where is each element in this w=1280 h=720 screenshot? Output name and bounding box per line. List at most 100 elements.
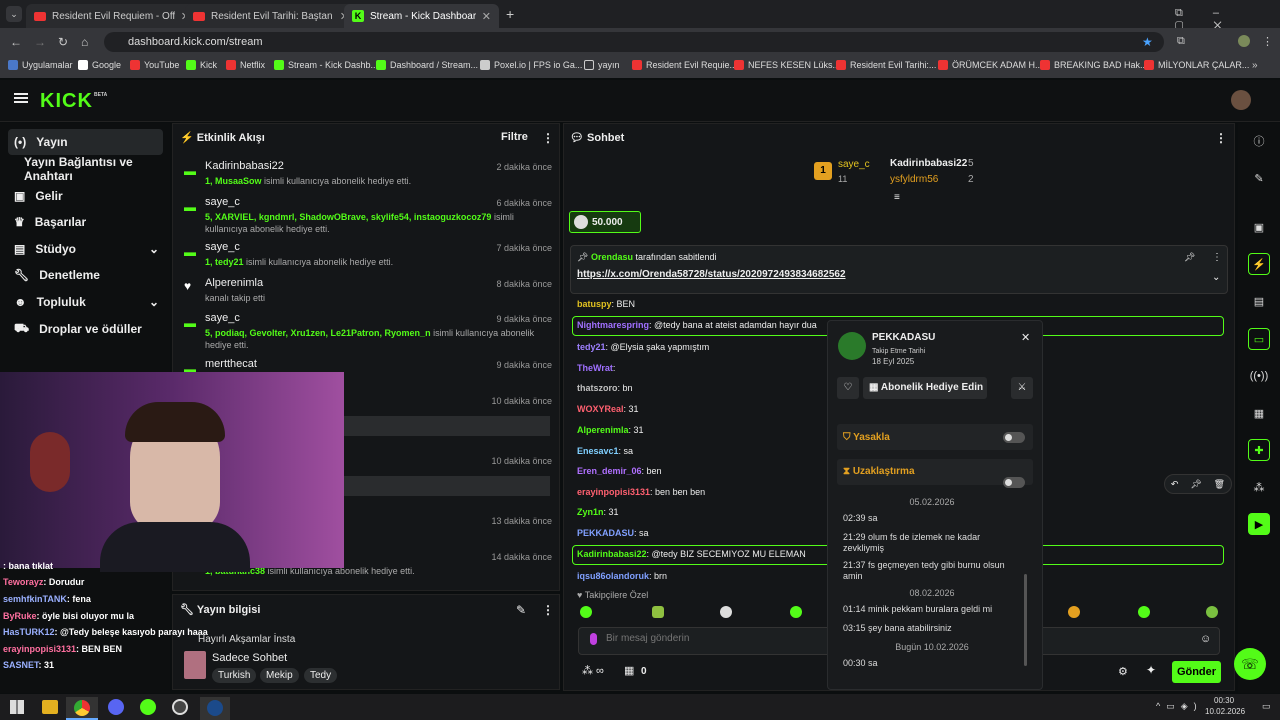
edit-icon[interactable]: ✎	[516, 603, 526, 617]
bookmark-item[interactable]: ÖRÜMCEK ADAM H...	[938, 60, 1043, 70]
bookmarks-overflow-icon[interactable]: »	[1252, 60, 1258, 71]
event-user[interactable]: saye_c	[205, 241, 240, 253]
discord-icon[interactable]	[108, 699, 124, 715]
tray-icons[interactable]: ^▭◈)	[1156, 701, 1203, 712]
tag-chip[interactable]: Mekip	[260, 668, 299, 683]
chat-message[interactable]: WOXYReal: 31	[577, 404, 639, 414]
pinned-link[interactable]: https://x.com/Orenda58728/status/2020972…	[577, 269, 846, 280]
filter-button[interactable]: Filtre	[501, 131, 528, 143]
mod-icon[interactable]: ⚔	[1011, 377, 1033, 399]
chrome-icon[interactable]	[66, 697, 98, 720]
leader-name[interactable]: Kadirinbabasi22	[890, 158, 967, 169]
explorer-icon[interactable]	[42, 700, 58, 714]
event-user[interactable]: saye_c	[205, 196, 240, 208]
chat-message[interactable]: batuspy: BEN	[577, 299, 635, 309]
sidebar-item-gelir[interactable]: ▣ Gelir	[8, 183, 163, 209]
event-user[interactable]: Alperenimla	[205, 277, 263, 289]
bookmark-item[interactable]: MİLYONLAR ÇALAR...	[1144, 60, 1249, 70]
chat-message[interactable]: Kadirinbabasi22: @tedy BIZ SECEMIYOZ MU …	[577, 549, 806, 559]
more-icon[interactable]: ⋮	[1215, 131, 1227, 145]
bookmark-item[interactable]: Resident Evil Requie...	[632, 60, 737, 70]
chevron-down-icon[interactable]: ⌄	[1212, 272, 1220, 283]
wrench-icon[interactable]: ✚	[1248, 439, 1270, 461]
timeout-toggle[interactable]	[1003, 477, 1025, 488]
extensions-icon[interactable]: ⧉	[1177, 35, 1185, 48]
close-icon[interactable]: ✕	[482, 10, 491, 23]
support-button[interactable]: ☏	[1234, 648, 1266, 680]
bookmark-star-icon[interactable]: ★	[1142, 35, 1153, 49]
browser-tab-active[interactable]: K Stream - Kick Dashboard ✕	[344, 4, 499, 28]
gift-sub-button[interactable]: ▦ Abonelik Hediye Edin	[863, 377, 987, 399]
bookmark-item[interactable]: Netflix	[226, 60, 265, 70]
chat-message[interactable]: thatszoro: bn	[577, 383, 633, 393]
community-icon[interactable]: ⁂	[1248, 476, 1270, 498]
bot-icon[interactable]: ✦	[1146, 663, 1156, 677]
undo-icon[interactable]: ↶	[1171, 479, 1179, 490]
settings-icon[interactable]: ⚙	[1118, 665, 1128, 678]
edit-icon[interactable]: ✎	[1248, 167, 1270, 189]
mic-icon[interactable]	[590, 633, 597, 645]
chat-message[interactable]: TheWrat:	[577, 363, 615, 373]
emoji-icon[interactable]: ☺	[1200, 633, 1211, 645]
chat-message[interactable]: erayinpopisi3131: ben ben ben	[577, 487, 705, 497]
leader-name[interactable]: saye_c	[838, 159, 870, 170]
notification-icon[interactable]: ▭	[1262, 701, 1271, 712]
event-user[interactable]: saye_c	[205, 312, 240, 324]
browser-tab[interactable]: Resident Evil Requiem - Official✕	[26, 4, 198, 28]
bookmark-item[interactable]: NEFES KESEN Lüks...	[734, 60, 840, 70]
sidebar-item-yayin[interactable]: (•) Yayın	[8, 129, 163, 155]
lightning-icon[interactable]: ⚡	[1248, 253, 1270, 275]
event-user[interactable]: Kadirinbabasi22	[205, 160, 284, 172]
pin-icon[interactable]: 📌︎	[1184, 252, 1195, 263]
chat-message[interactable]: Nightmarespring: @tedy bana at ateist ad…	[577, 320, 817, 330]
new-tab-button[interactable]: +	[506, 6, 514, 22]
stack-icon[interactable]: ▦	[1248, 402, 1270, 424]
steam-icon[interactable]	[200, 697, 230, 720]
browser-menu-icon[interactable]: ⋮	[1262, 35, 1273, 48]
reload-icon[interactable]: ↻	[58, 35, 68, 49]
bookmark-item[interactable]: Resident Evil Tarihi:...	[836, 60, 936, 70]
category-name[interactable]: Sadece Sohbet	[212, 652, 287, 664]
info-icon[interactable]: ⓘ	[1248, 130, 1270, 152]
back-icon[interactable]: ←	[10, 35, 22, 49]
chat-icon[interactable]: ▭	[1248, 328, 1270, 350]
user-avatar[interactable]	[1231, 90, 1251, 110]
tag-chip[interactable]: Turkish	[212, 668, 257, 683]
chat-input[interactable]	[606, 633, 806, 644]
chat-message[interactable]: Enesavc1: sa	[577, 446, 633, 456]
sidebar-item-droplar[interactable]: ⛟ Droplar ve ödüller	[8, 316, 163, 342]
follow-heart-button[interactable]: ♡	[837, 377, 859, 399]
emote-icon[interactable]	[720, 606, 732, 618]
bookmark-item[interactable]: Poxel.io | FPS io Ga...	[480, 60, 582, 70]
sidebar-item-denetleme[interactable]: 🔧︎ Denetleme	[8, 262, 163, 288]
bookmark-item[interactable]: Dashboard / Stream...	[376, 60, 478, 70]
pin-icon[interactable]: 📌︎	[1190, 479, 1201, 490]
bookmark-folder[interactable]: yayın	[584, 60, 620, 70]
kick-app-icon[interactable]	[140, 699, 156, 715]
clapper-icon[interactable]: ▶	[1248, 513, 1270, 535]
emote-icon[interactable]	[1206, 606, 1218, 618]
chat-message[interactable]: Alperenimla: 31	[577, 425, 644, 435]
chat-message[interactable]: Eren_demir_06: ben	[577, 466, 662, 476]
bookmark-item[interactable]: Google	[78, 60, 121, 70]
chat-message[interactable]: Zyn1n: 31	[577, 507, 619, 517]
tag-chip[interactable]: Tedy	[304, 668, 338, 683]
chat-message[interactable]: PEKKADASU: sa	[577, 528, 649, 538]
forward-icon[interactable]: →	[34, 35, 46, 49]
send-button[interactable]: Gönder	[1172, 661, 1221, 683]
hamburger-menu-icon[interactable]	[14, 93, 28, 103]
bookmark-item[interactable]: Kick	[186, 60, 217, 70]
tab-search-icon[interactable]: ⌄	[6, 6, 22, 22]
emote-icon[interactable]	[652, 606, 664, 618]
document-icon[interactable]: ▤	[1248, 290, 1270, 312]
ban-toggle[interactable]	[1003, 432, 1025, 443]
screen-icon[interactable]: ▣	[1248, 216, 1270, 238]
event-user[interactable]: mertthecat	[205, 358, 257, 370]
profile-avatar[interactable]	[1238, 35, 1250, 47]
emote-icon[interactable]	[580, 606, 592, 618]
trash-icon[interactable]: 🗑︎	[1214, 479, 1225, 490]
obs-icon[interactable]	[172, 699, 188, 715]
kick-logo[interactable]: KICK	[40, 90, 93, 113]
gift-icon[interactable]: ▦	[624, 664, 634, 677]
sidebar-item-stream-key[interactable]: Yayın Bağlantısı ve Anahtarı	[8, 155, 163, 183]
